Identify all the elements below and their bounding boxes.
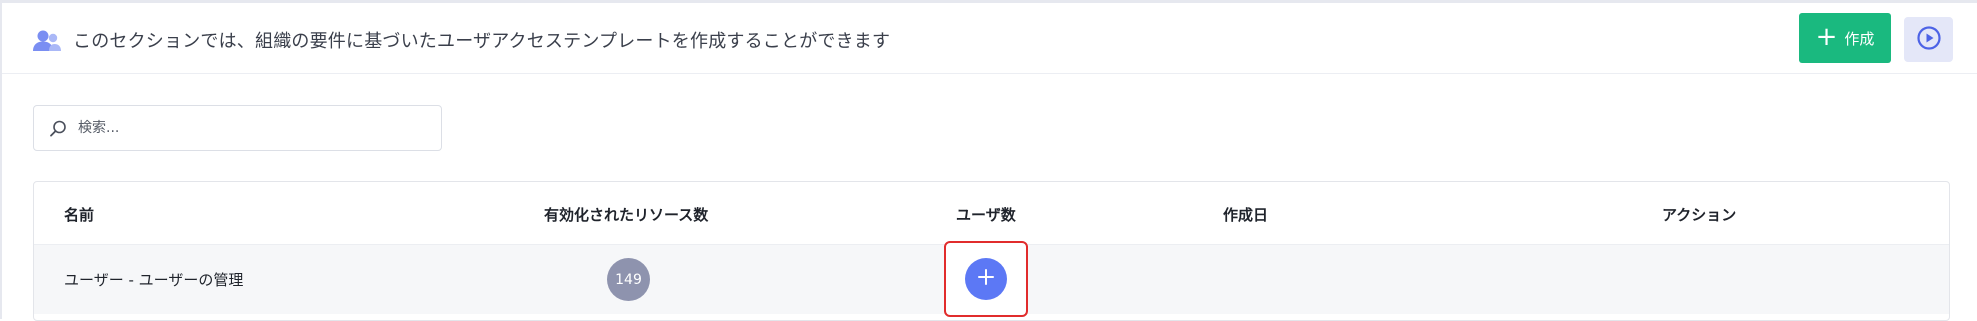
column-header-users: ユーザ数 xyxy=(956,206,1016,224)
column-header-resources: 有効化されたリソース数 xyxy=(544,206,709,224)
search-input[interactable] xyxy=(78,106,433,150)
play-circle-icon xyxy=(1916,25,1942,55)
column-header-actions: アクション xyxy=(1662,206,1737,224)
table-row: ユーザー - ユーザーの管理 149 xyxy=(34,241,1949,317)
plus-icon: + xyxy=(1815,22,1838,52)
search-box xyxy=(33,105,442,151)
plus-icon xyxy=(976,267,996,291)
create-button-label: 作成 xyxy=(1844,29,1875,48)
column-header-created: 作成日 xyxy=(1223,206,1269,224)
page-header: このセクションでは、組織の要件に基づいたユーザアクセステンプレートを作成すること… xyxy=(2,3,1977,74)
create-button[interactable]: + 作成 xyxy=(1799,13,1891,63)
users-icon xyxy=(32,29,62,53)
search-icon xyxy=(48,119,68,139)
play-button[interactable] xyxy=(1904,17,1953,62)
column-header-name: 名前 xyxy=(64,206,95,224)
resource-count-badge: 149 xyxy=(607,258,650,301)
template-name: ユーザー - ユーザーの管理 xyxy=(64,271,244,289)
highlight-box xyxy=(944,241,1028,317)
page-title: このセクションでは、組織の要件に基づいたユーザアクセステンプレートを作成すること… xyxy=(73,31,891,52)
table-header: 名前 有効化されたリソース数 ユーザ数 作成日 アクション xyxy=(34,182,1949,244)
add-user-button[interactable] xyxy=(965,258,1007,300)
template-table: 名前 有効化されたリソース数 ユーザ数 作成日 アクション ユーザー - ユーザ… xyxy=(33,181,1950,321)
